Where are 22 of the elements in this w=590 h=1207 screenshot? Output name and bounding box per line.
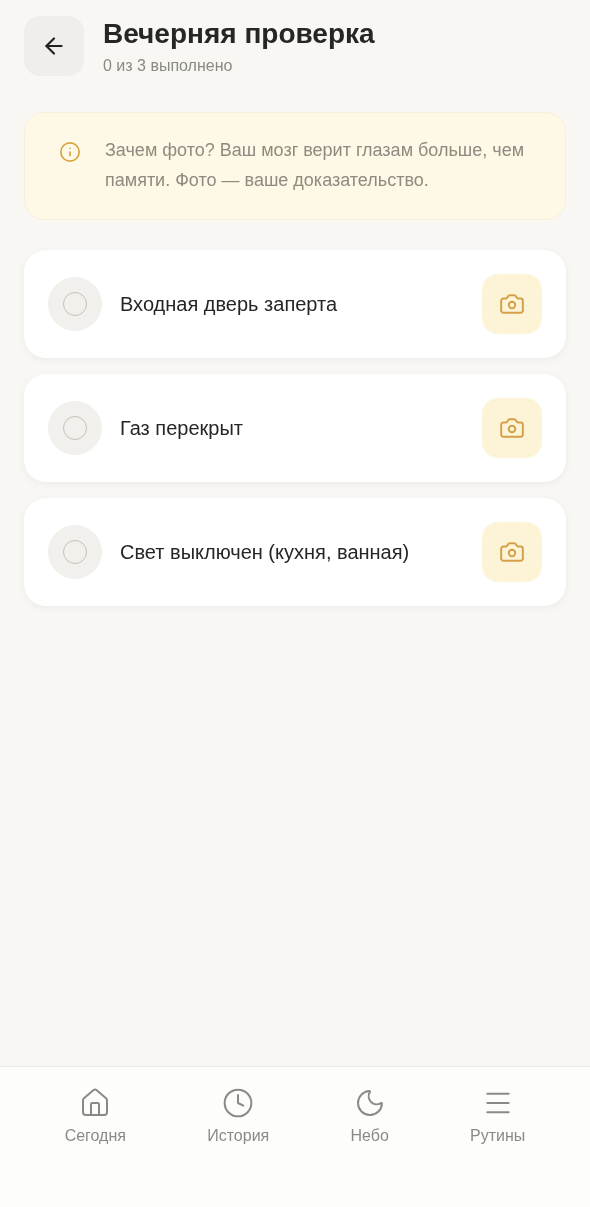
nav-tab[interactable]: История [203, 1087, 274, 1151]
nav-tab[interactable]: Небо [346, 1087, 393, 1151]
info-text: Зачем фото? Ваш мозг верит глазам больше, чем памяти. Фото — ваше доказательство. [105, 139, 526, 192]
task-checkbox[interactable] [48, 277, 102, 331]
task-checkbox[interactable] [48, 525, 102, 579]
back-button[interactable] [24, 16, 84, 76]
info-icon [59, 141, 81, 163]
task-label: Свет выключен (кухня, ванная) [120, 540, 411, 564]
camera-icon [499, 539, 525, 565]
task-checkbox[interactable] [48, 401, 102, 455]
photo-button[interactable] [482, 522, 542, 582]
camera-icon [499, 415, 525, 441]
nav-tab[interactable]: Рутины [466, 1087, 530, 1151]
camera-icon [499, 291, 525, 317]
clock-icon [222, 1087, 255, 1119]
nav-tab[interactable]: Сегодня [60, 1087, 130, 1151]
photo-button[interactable] [482, 274, 542, 334]
photo-button[interactable] [482, 398, 542, 458]
task-label: Входная дверь заперта [120, 292, 339, 316]
task-label: Газ перекрыт [120, 416, 244, 440]
progress-subtitle: 0 из 3 выполнено [103, 57, 234, 75]
page-title: Вечерняя проверка [103, 17, 375, 51]
